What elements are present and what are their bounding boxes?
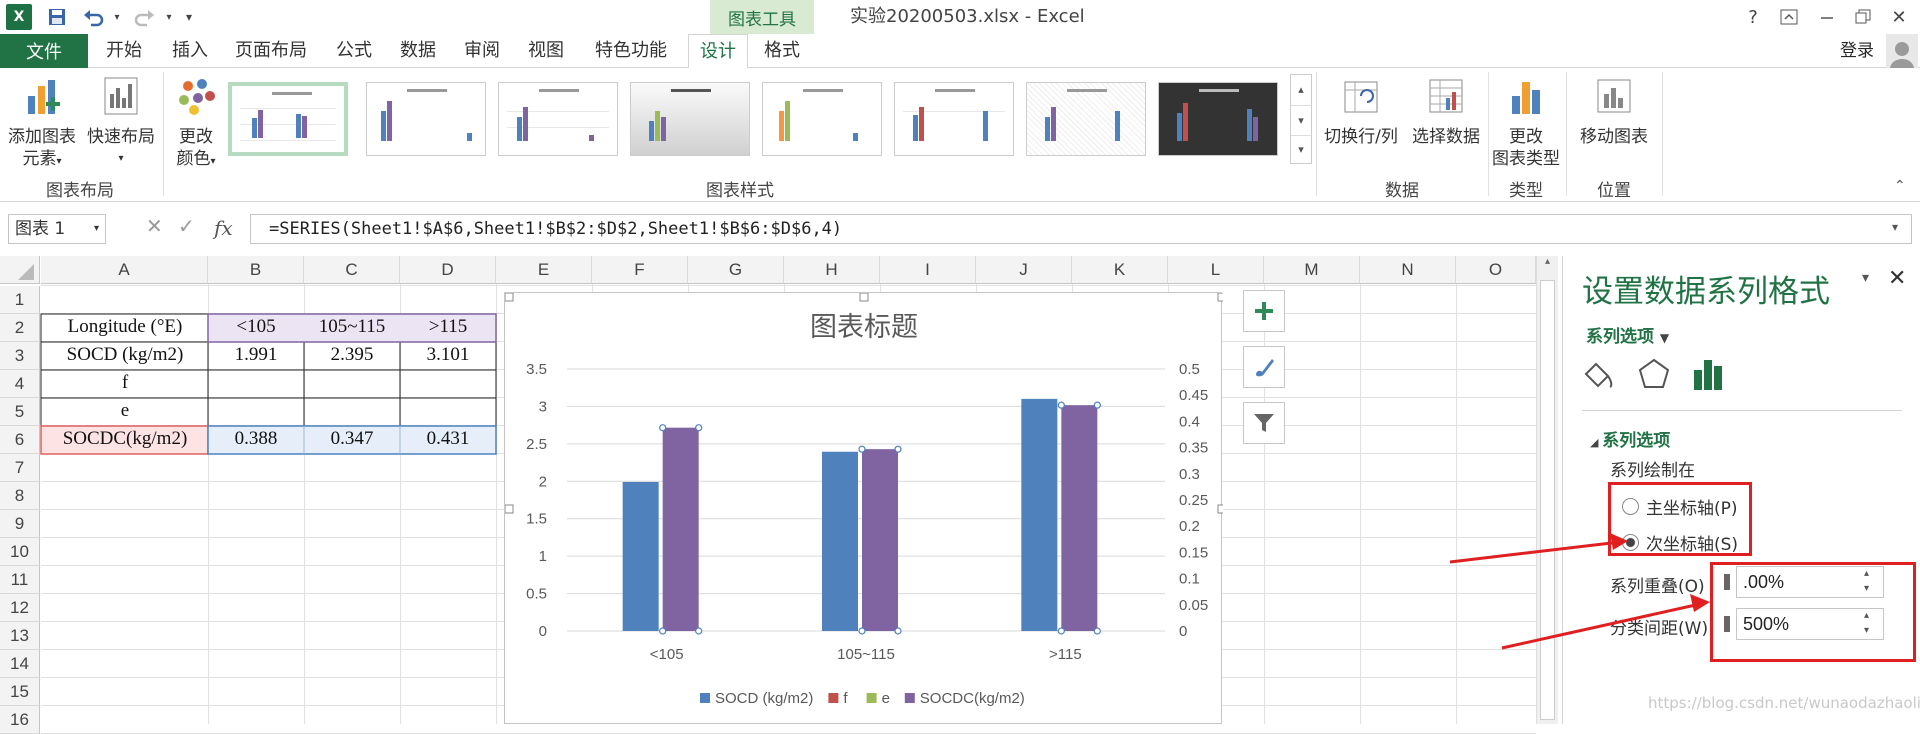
close-pane-icon[interactable]: ✕ — [1888, 266, 1906, 291]
x-tick-label: <105 — [650, 646, 684, 663]
selection-handle — [659, 424, 667, 432]
y-tick-label: 1 — [539, 548, 547, 565]
cell-c2[interactable]: 105~115 — [304, 316, 400, 338]
selection-handle — [695, 627, 703, 635]
cell-a4[interactable]: f — [42, 372, 208, 394]
selection-handle — [1093, 627, 1101, 635]
y2-tick-label: 0.05 — [1179, 597, 1208, 614]
selection-handle — [858, 627, 866, 635]
x-tick-label: >115 — [1049, 646, 1082, 663]
bar-socdc — [662, 427, 699, 631]
cell-d3[interactable]: 3.101 — [400, 344, 496, 366]
selection-handle — [1093, 401, 1101, 409]
y2-tick-label: 0.15 — [1179, 544, 1208, 561]
chart-styles-brush-icon[interactable] — [1243, 346, 1285, 388]
chart-resize-handle — [504, 504, 514, 514]
y2-tick-label: 0.2 — [1179, 518, 1200, 535]
y-tick-label: 3 — [539, 398, 547, 415]
chart-resize-handle — [1217, 504, 1227, 514]
legend-swatch — [866, 693, 877, 703]
y2-tick-label: 0.1 — [1179, 571, 1200, 588]
chart-resize-handle — [504, 292, 514, 302]
scroll-up-icon[interactable]: ▴ — [1537, 256, 1558, 276]
embedded-chart[interactable]: 图表标题 0 0.5 1 1.5 2 2.5 3 3.5 0 0.05 0.1 0.15 0.2 0.25 0… — [504, 292, 1227, 724]
x-tick-label: 105~115 — [837, 646, 895, 663]
y-tick-label: 0.5 — [526, 586, 547, 603]
y2-tick-label: 0.4 — [1179, 413, 1200, 430]
cell-d2[interactable]: >115 — [400, 316, 496, 338]
bar-socd — [622, 481, 659, 631]
watermark-text: https://blog.csdn.net/wunaodazhaoliu — [1648, 694, 1920, 712]
chart-filters-funnel-icon[interactable] — [1243, 402, 1285, 444]
bar-socdc — [1061, 405, 1098, 631]
legend-label: SOCDC(kg/m2) — [920, 690, 1025, 707]
selection-handle — [659, 627, 667, 635]
legend-label: SOCD (kg/m2) — [715, 690, 813, 707]
chart-canvas: 图表标题 0 0.5 1 1.5 2 2.5 3 3.5 0 0.05 0.1 0.15 0.2 0.25 0… — [504, 292, 1227, 707]
series-options-bars-icon[interactable] — [1690, 356, 1726, 392]
selection-handle — [1057, 401, 1065, 409]
y2-tick-label: 0.3 — [1179, 466, 1200, 483]
fill-line-icon[interactable] — [1580, 356, 1616, 392]
pane-options-icon[interactable]: ▾ — [1862, 270, 1869, 286]
chart-resize-handle — [859, 292, 869, 302]
section-series-options[interactable]: ◢ 系列选项 — [1590, 426, 1670, 451]
y-tick-label: 1.5 — [526, 511, 547, 528]
series-options-dropdown[interactable]: 系列选项 ▼ — [1586, 322, 1669, 347]
y2-tick-label: 0.35 — [1179, 440, 1208, 457]
legend-label: e — [882, 690, 890, 707]
selection-handle — [858, 445, 866, 453]
y-tick-label: 2.5 — [526, 436, 547, 453]
pane-title: 设置数据系列格式 — [1582, 274, 1830, 310]
legend-swatch — [904, 693, 915, 703]
cell-a6[interactable]: SOCDC(kg/m2) — [42, 428, 208, 450]
chart-resize-handle — [1217, 292, 1227, 302]
annotation-arrows — [1449, 533, 1710, 650]
highlight-overlap-gap — [1710, 562, 1916, 662]
selection-handle — [894, 445, 902, 453]
selection-handle — [1057, 627, 1065, 635]
legend-swatch — [828, 693, 839, 703]
cell-a2[interactable]: Longitude (°E) — [42, 316, 208, 338]
y2-tick-label: 0 — [1179, 623, 1187, 640]
cell-c6[interactable]: 0.347 — [304, 428, 400, 450]
cell-a3[interactable]: SOCD (kg/m2) — [42, 344, 208, 366]
legend-swatch — [700, 693, 710, 703]
bar-socdc — [862, 449, 898, 631]
effects-pentagon-icon[interactable] — [1636, 356, 1672, 392]
cell-b6[interactable]: 0.388 — [208, 428, 304, 450]
chart-elements-plus-icon[interactable] — [1243, 290, 1285, 332]
cell-b3[interactable]: 1.991 — [208, 344, 304, 366]
plot-series-on-label: 系列绘制在 — [1610, 461, 1695, 481]
cell-a5[interactable]: e — [42, 400, 208, 422]
y-tick-label: 2 — [539, 473, 547, 490]
y-tick-label: 3.5 — [526, 361, 547, 378]
selection-handle — [894, 627, 902, 635]
pane-divider — [1582, 410, 1902, 411]
cell-c3[interactable]: 2.395 — [304, 344, 400, 366]
y2-tick-label: 0.5 — [1179, 361, 1200, 378]
cell-b2[interactable]: <105 — [208, 316, 304, 338]
y-tick-label: 0 — [539, 623, 547, 640]
bar-socd — [1021, 398, 1058, 631]
chart-title: 图表标题 — [810, 312, 918, 343]
selection-handle — [695, 424, 703, 432]
y2-tick-label: 0.25 — [1179, 492, 1208, 509]
y2-tick-label: 0.45 — [1179, 387, 1208, 404]
cell-d6[interactable]: 0.431 — [400, 428, 496, 450]
legend-label: f — [843, 690, 848, 707]
bar-socd — [822, 451, 858, 631]
